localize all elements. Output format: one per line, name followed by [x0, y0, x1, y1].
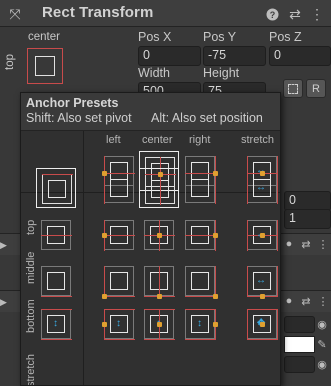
settings-icon-3[interactable]: ⇄ [300, 295, 312, 308]
value-field-a[interactable]: 0 [284, 191, 331, 211]
more-icon[interactable]: ⋮ [308, 5, 326, 23]
col-label-center: center [142, 134, 173, 146]
alt-hint: Alt: Also set position [151, 111, 263, 125]
col-label-right: right [189, 134, 211, 146]
anchor-preset-stretch-stretch[interactable]: ↔✥ [242, 304, 280, 344]
anchor-preset-bottom-left[interactable] [99, 261, 139, 301]
anchor-preset-top-right[interactable] [180, 168, 220, 208]
pos-z-field[interactable]: 0 [269, 46, 331, 66]
shift-hint: Shift: Also set pivot [26, 111, 132, 125]
help-icon-2[interactable]: ● [283, 238, 295, 250]
value-field-b[interactable]: 1 [284, 209, 331, 229]
anchor-preset-top-center[interactable] [139, 168, 179, 208]
anchor-preset-bottom-right[interactable] [180, 261, 220, 301]
pos-y-label: Pos Y [203, 30, 237, 44]
target-icon-a[interactable]: ◉ [316, 318, 328, 331]
anchor-preset-grid: left center right stretch top middle bot… [21, 130, 280, 386]
anchor-presets-popup: Anchor Presets Shift: Also set pivot Alt… [20, 92, 281, 386]
target-icon-b[interactable]: ◉ [316, 358, 328, 371]
anchor-preset-middle-stretch[interactable]: ↔ [242, 215, 280, 255]
anchor-preset-middle-none[interactable] [36, 215, 76, 255]
more-icon-2[interactable]: ⋮ [317, 238, 329, 251]
pos-x-label: Pos X [138, 30, 172, 44]
anchor-center-label: center [28, 31, 60, 43]
component-header: ⤧ Rect Transform ? ⇄ ⋮ [0, 0, 331, 27]
settings-icon-2[interactable]: ⇄ [300, 238, 312, 251]
anchor-preset-middle-center[interactable] [139, 215, 179, 255]
anchor-preset-stretch-none[interactable]: ↕ [36, 304, 76, 344]
object-field-a[interactable] [284, 316, 315, 333]
anchor-preset-button[interactable] [27, 48, 63, 84]
pos-z-label: Pos Z [269, 30, 302, 44]
anchor-top-label: top [4, 54, 16, 70]
pos-x-field[interactable]: 0 [138, 46, 201, 66]
row-label-stretch: stretch [25, 353, 37, 386]
anchor-preset-stretch-left[interactable]: ↕ [99, 304, 139, 344]
popup-title: Anchor Presets [26, 96, 119, 110]
width-label: Width [138, 66, 170, 80]
anchor-preset-middle-left[interactable] [99, 215, 139, 255]
color-field[interactable] [284, 336, 315, 353]
settings-icon[interactable]: ⇄ [286, 5, 304, 23]
help-icon-3[interactable]: ● [283, 295, 295, 307]
eyedropper-icon[interactable]: ✎ [316, 338, 328, 351]
anchor-preset-top-left[interactable] [99, 168, 139, 208]
anchor-preset-stretch-center[interactable]: ↕ [139, 304, 179, 344]
expand-icon[interactable]: ⤧ [6, 5, 24, 23]
foldout-arrow-3[interactable]: ▶ [0, 297, 14, 307]
blueprint-mode-button[interactable] [283, 79, 303, 98]
anchor-preset-top-none[interactable] [36, 168, 76, 208]
anchor-preset-bottom-center[interactable] [139, 261, 179, 301]
help-icon[interactable]: ? [263, 5, 281, 23]
more-icon-3[interactable]: ⋮ [317, 295, 329, 308]
anchor-preset-stretch-right[interactable]: ↕ [180, 304, 220, 344]
pos-y-field[interactable]: -75 [203, 46, 266, 66]
object-field-b[interactable] [284, 356, 315, 373]
anchor-preset-bottom-none[interactable] [36, 261, 76, 301]
col-label-stretch: stretch [241, 134, 275, 146]
anchor-preset-top-stretch[interactable]: ↔ [242, 168, 280, 208]
height-label: Height [203, 66, 240, 80]
component-title: Rect Transform [42, 4, 154, 21]
anchor-preset-middle-right[interactable] [180, 215, 220, 255]
foldout-arrow-2[interactable]: ▶ [0, 240, 14, 250]
svg-text:?: ? [269, 10, 275, 20]
anchor-preset-bottom-stretch[interactable]: ↔ [242, 261, 280, 301]
raw-edit-button[interactable]: R [306, 79, 326, 98]
col-label-left: left [106, 134, 121, 146]
